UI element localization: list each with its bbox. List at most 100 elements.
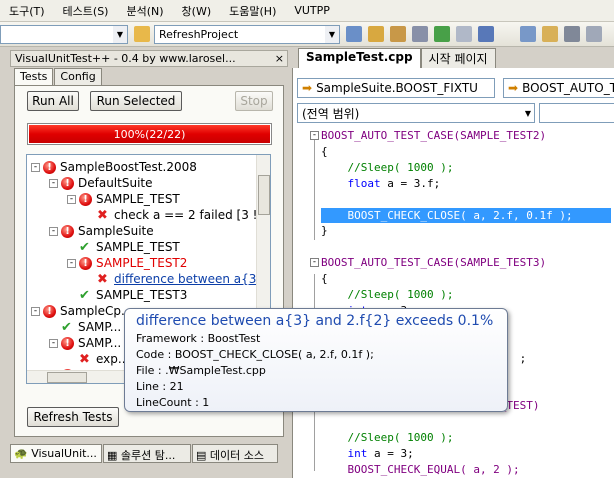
- window-icon[interactable]: [456, 26, 472, 42]
- tree-node[interactable]: ✖ check a == 2 failed [3 !: [85, 207, 258, 223]
- stop-button[interactable]: Stop: [235, 91, 273, 111]
- code-text: }: [321, 224, 328, 238]
- find-icon[interactable]: [346, 26, 362, 42]
- editor-tabs: SampleTest.cpp 시작 페이지: [298, 48, 614, 68]
- code-line: //Sleep( 1000 );: [321, 287, 453, 302]
- pass-icon: ✔: [79, 287, 90, 303]
- menu-bar: 도구(T) 테스트(S) 분석(N) 창(W) 도움말(H) VUTPP: [0, 0, 614, 22]
- database-icon: ▤: [196, 449, 207, 462]
- project-icon: [134, 26, 150, 42]
- tree-node-label: SampleBoostTest.2008: [60, 160, 197, 174]
- tree-node[interactable]: -! DefaultSuite: [49, 175, 153, 191]
- panel-title-text: VisualUnitTest++ - 0.4 by www.larosel...: [15, 52, 236, 65]
- bottom-tabs: 🐢 VisualUnit... ▦ 솔루션 탐... ▤ 데이터 소스: [10, 444, 290, 464]
- code-line: {: [321, 144, 328, 159]
- folder-icon[interactable]: [542, 26, 558, 42]
- toolbox-icon[interactable]: [390, 26, 406, 42]
- scroll-thumb[interactable]: [258, 175, 270, 215]
- tree-node[interactable]: -! SAMPLE_TEST2: [67, 255, 187, 271]
- tooltip-title: difference between a{3} and 2.f{2} excee…: [136, 313, 494, 329]
- refresh-tests-button[interactable]: Refresh Tests: [27, 407, 119, 427]
- tree-node[interactable]: ✖ difference between a{3: [85, 271, 256, 287]
- code-text: BOOST_CHECK_CLOSE( a, 2.f, 0.1f );: [321, 208, 573, 222]
- tooltip-code: Code : BOOST_CHECK_CLOSE( a, 2.f, 0.1f )…: [136, 348, 374, 361]
- scope-combo-right[interactable]: [539, 103, 614, 123]
- expander-icon[interactable]: -: [49, 226, 58, 236]
- tree-node[interactable]: -! SAMPLE_TEST: [67, 191, 180, 207]
- expander-icon[interactable]: -: [31, 306, 40, 316]
- tooltip-line: Line : 21: [136, 380, 184, 393]
- tree-node[interactable]: -! SampleSuite: [49, 223, 154, 239]
- scope-combo[interactable]: (전역 범위) ▼: [297, 103, 535, 123]
- expander-icon[interactable]: -: [49, 338, 58, 348]
- code-text: //Sleep( 1000 );: [321, 431, 454, 445]
- code-editor[interactable]: ➡ SampleSuite.BOOST_FIXTU ➡ BOOST_AUTO_T…: [292, 68, 614, 478]
- tree-node[interactable]: ✔ SAMPLE_TEST: [67, 239, 180, 255]
- tab-solution-explorer[interactable]: ▦ 솔루션 탐...: [103, 444, 191, 463]
- expander-icon[interactable]: -: [49, 178, 58, 188]
- panel-tabs: Tests Config: [14, 68, 103, 87]
- tooltip-framework: Framework : BoostTest: [136, 332, 261, 345]
- code-line: int a = 3;: [321, 446, 414, 461]
- fold-toggle[interactable]: -: [310, 131, 319, 140]
- tree-node[interactable]: ✖ exp...: [67, 351, 129, 367]
- member-icon: ➡: [508, 81, 519, 95]
- tree-node-label: SampleSuite: [78, 224, 154, 238]
- menu-help[interactable]: 도움말(H): [220, 3, 285, 19]
- keyword: float: [347, 176, 381, 190]
- visual-unit-test-panel: VisualUnitTest++ - 0.4 by www.larosel...…: [0, 48, 290, 478]
- class-nav-combo[interactable]: ➡ SampleSuite.BOOST_FIXTU: [297, 78, 495, 98]
- network-icon[interactable]: [586, 26, 602, 42]
- tab-start-page[interactable]: 시작 페이지: [420, 48, 496, 68]
- tab-data-sources[interactable]: ▤ 데이터 소스: [192, 444, 278, 463]
- pass-icon: ✔: [61, 319, 72, 335]
- project-combo[interactable]: RefreshProject ▼: [154, 25, 340, 44]
- output-icon[interactable]: [478, 26, 494, 42]
- member-nav-combo[interactable]: ➡ BOOST_AUTO_TE: [503, 78, 614, 98]
- tree-node[interactable]: -! SAMP...: [49, 335, 121, 351]
- tree-node[interactable]: -! SampleCp...: [31, 303, 132, 319]
- code-text: float a = 3.f;: [347, 176, 441, 190]
- code-line: }: [321, 223, 328, 238]
- tree-node[interactable]: -! SampleBoostTest.2008: [31, 159, 197, 175]
- fail-icon: !: [79, 192, 92, 206]
- tools-icon[interactable]: [412, 26, 428, 42]
- toolbar-combo-left[interactable]: ▼: [0, 25, 128, 44]
- settings-icon[interactable]: [564, 26, 580, 42]
- class-icon: ➡: [302, 81, 313, 95]
- scroll-thumb[interactable]: [47, 372, 87, 383]
- run-selected-button[interactable]: Run Selected: [90, 91, 182, 111]
- start-icon[interactable]: [434, 26, 450, 42]
- close-icon[interactable]: ×: [275, 51, 284, 66]
- code-area[interactable]: - BOOST_AUTO_TEST_CASE(SAMPLE_TEST2){ //S…: [293, 126, 614, 478]
- tab-sampletest-cpp[interactable]: SampleTest.cpp: [298, 48, 421, 68]
- project-combo-value: RefreshProject: [159, 28, 239, 41]
- tree-node[interactable]: ✔ SAMP...: [49, 319, 121, 335]
- fold-toggle[interactable]: -: [310, 258, 319, 268]
- code-line: float a = 3.f;: [321, 176, 441, 191]
- tree-node-label: DefaultSuite: [78, 176, 153, 190]
- code-text: BOOST_AUTO_TEST_CASE(SAMPLE_TEST2): [321, 129, 547, 142]
- menu-test[interactable]: 테스트(S): [54, 3, 118, 19]
- expander-icon[interactable]: -: [67, 258, 76, 268]
- menu-tools[interactable]: 도구(T): [0, 3, 54, 19]
- expander-icon[interactable]: -: [67, 194, 76, 204]
- pass-icon: ✔: [79, 239, 90, 255]
- fail-icon: !: [61, 336, 74, 350]
- tab-visualunit[interactable]: 🐢 VisualUnit...: [10, 444, 102, 463]
- progress-bar: 100%(22/22): [27, 123, 272, 145]
- expander-icon[interactable]: -: [31, 162, 40, 172]
- menu-window[interactable]: 창(W): [173, 3, 221, 19]
- tooltip-linecount: LineCount : 1: [136, 396, 210, 409]
- fail-icon: !: [43, 304, 56, 318]
- checklist-icon[interactable]: [520, 26, 536, 42]
- tree-node[interactable]: ✔ SAMPLE_TEST3: [67, 287, 187, 303]
- run-all-button[interactable]: Run All: [27, 91, 79, 111]
- menu-analyze[interactable]: 분석(N): [117, 3, 172, 19]
- tab-config[interactable]: Config: [54, 68, 102, 86]
- tree-node-label: SAMPLE_TEST2: [96, 256, 188, 270]
- code-text: {: [321, 272, 328, 286]
- error-icon: ✖: [79, 351, 90, 367]
- menu-vutpp[interactable]: VUTPP: [285, 4, 339, 17]
- properties-icon[interactable]: [368, 26, 384, 42]
